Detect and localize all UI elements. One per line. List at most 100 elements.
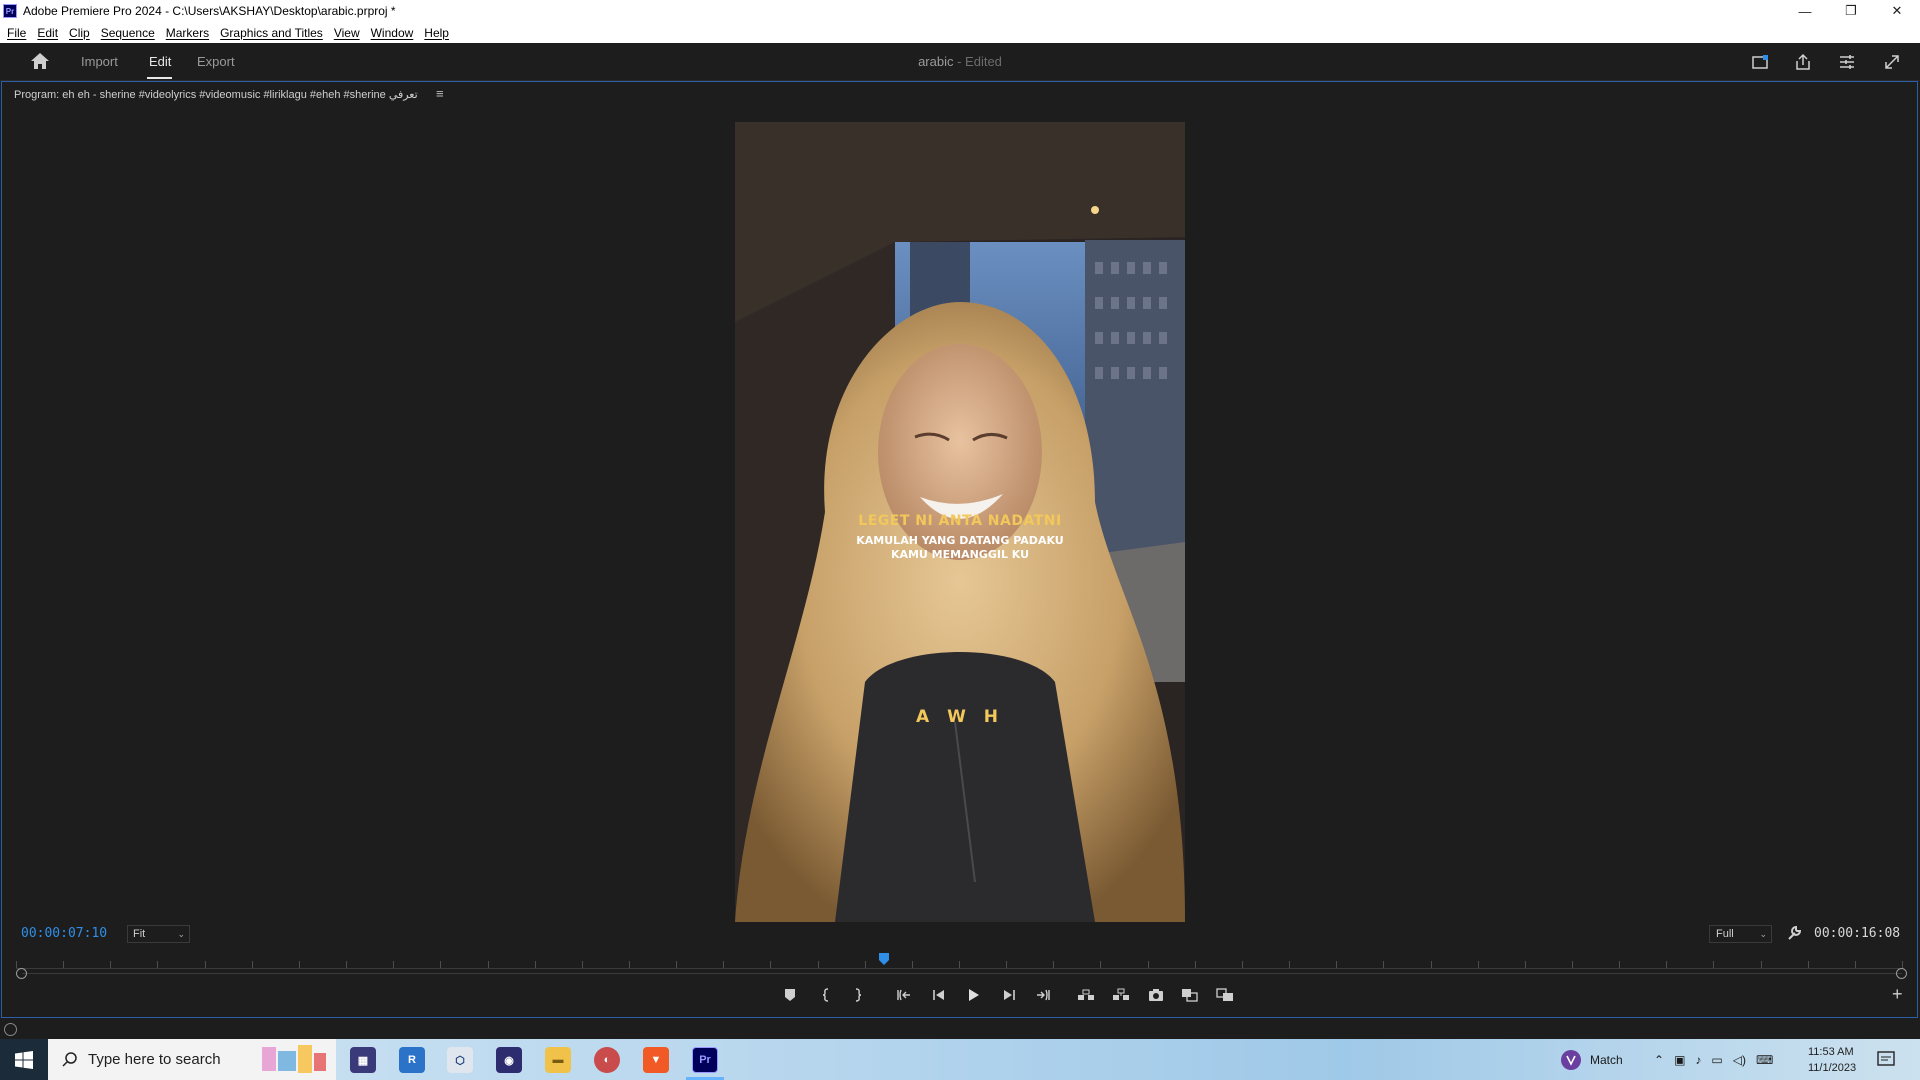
- microphone-icon[interactable]: ♪: [1695, 1053, 1701, 1067]
- ruler-tick: [157, 961, 159, 968]
- time-ruler[interactable]: [16, 950, 1903, 970]
- close-button[interactable]: ✕: [1874, 0, 1920, 22]
- project-title: arabic - Edited: [0, 54, 1920, 69]
- camera-tray-icon[interactable]: ▣: [1674, 1053, 1685, 1067]
- marker-icon: [785, 989, 795, 1001]
- caption-line-4: A W H: [916, 707, 1004, 727]
- caption-line-3: KAMU MEMANGGIL KU: [890, 548, 1030, 561]
- winrar-icon[interactable]: ▦: [350, 1047, 376, 1073]
- quick-export-icon[interactable]: [1750, 52, 1770, 72]
- file-explorer-icon[interactable]: ▬: [545, 1047, 571, 1073]
- window-controls: — ❐ ✕: [1782, 0, 1920, 22]
- mark-out-button[interactable]: [849, 987, 867, 1003]
- ruler-tick: [63, 961, 65, 968]
- button-editor-add-button[interactable]: +: [1892, 984, 1903, 1005]
- start-button[interactable]: [0, 1039, 48, 1080]
- zoom-handle-right[interactable]: [1896, 968, 1907, 979]
- ruler-tick: [1524, 961, 1526, 968]
- menu-graphics-and-titles[interactable]: Graphics and Titles: [220, 26, 323, 40]
- network-icon[interactable]: ▭: [1711, 1053, 1722, 1067]
- restore-button[interactable]: ❐: [1828, 0, 1874, 22]
- ruler-tick: [628, 961, 630, 968]
- panel-menu-icon[interactable]: ≡: [436, 86, 444, 101]
- step-forward-button[interactable]: [1000, 987, 1018, 1003]
- ruler-tick: [298, 961, 300, 968]
- duration-timecode: 00:00:16:08: [1814, 926, 1901, 941]
- chevron-up-icon[interactable]: ⌃: [1654, 1053, 1664, 1067]
- mark-out-icon: [855, 988, 862, 1002]
- menu-markers[interactable]: Markers: [166, 26, 209, 40]
- keyboard-icon[interactable]: ⌨: [1756, 1053, 1773, 1067]
- ruler-tick: [1854, 961, 1856, 968]
- ruler-tick: [676, 961, 678, 968]
- playback-resolution-select[interactable]: Full ⌄: [1709, 925, 1772, 943]
- ruler-tick: [1100, 961, 1102, 968]
- step-back-button[interactable]: [930, 987, 948, 1003]
- zoom-level-value: Fit: [133, 928, 146, 940]
- workspaces-menu-icon[interactable]: [1837, 52, 1857, 72]
- obs-icon[interactable]: ◉: [496, 1047, 522, 1073]
- menu-clip[interactable]: Clip: [69, 26, 90, 40]
- ruler-tick: [1666, 961, 1668, 968]
- share-icon[interactable]: [1793, 52, 1813, 72]
- transport-controls: +: [2, 980, 1919, 1010]
- extract-button[interactable]: [1112, 987, 1130, 1003]
- go-to-in-button[interactable]: [895, 987, 913, 1003]
- add-marker-button[interactable]: [781, 987, 799, 1003]
- caption-line-2-block: KAMULAH YANG DATANG PADAKU KAMU MEMANGGI…: [735, 534, 1185, 562]
- scrub-bar[interactable]: [22, 973, 1902, 974]
- export-frame-button[interactable]: [1147, 987, 1165, 1003]
- menu-sequence[interactable]: Sequence: [101, 26, 155, 40]
- status-strip: [0, 1019, 1920, 1039]
- video-preview[interactable]: LEGET NI ANTA NADATNI KAMULAH YANG DATAN…: [735, 122, 1185, 922]
- search-icon: [62, 1052, 77, 1067]
- mark-in-button[interactable]: [817, 987, 835, 1003]
- system-tray: ⌃ ▣ ♪ ▭ ◁) ⌨: [1654, 1039, 1783, 1080]
- chrome-canary-icon[interactable]: ◐: [594, 1047, 620, 1073]
- wrench-settings-icon[interactable]: [1786, 925, 1802, 941]
- r-studio-icon[interactable]: R: [399, 1047, 425, 1073]
- taskbar-clock[interactable]: 11:53 AM 11/1/2023: [1808, 1044, 1856, 1076]
- lift-button[interactable]: [1077, 987, 1095, 1003]
- play-icon: [969, 989, 979, 1001]
- window-title: Adobe Premiere Pro 2024 - C:\Users\AKSHA…: [23, 4, 396, 18]
- zoom-handle-left[interactable]: [16, 968, 27, 979]
- ruler-tick: [1760, 961, 1762, 968]
- playhead-marker[interactable]: [878, 953, 890, 965]
- virtualbox-icon[interactable]: ⬡: [447, 1047, 473, 1073]
- window-title-bar: Pr Adobe Premiere Pro 2024 - C:\Users\AK…: [0, 0, 1920, 22]
- fullscreen-icon[interactable]: [1882, 52, 1902, 72]
- minimize-button[interactable]: —: [1782, 0, 1828, 22]
- comparison-view-button[interactable]: [1181, 987, 1199, 1003]
- search-highlight-icon[interactable]: [258, 1041, 328, 1078]
- notification-center-icon[interactable]: [1876, 1049, 1896, 1074]
- premiere-icon[interactable]: Pr: [692, 1047, 718, 1073]
- taskbar-search-box[interactable]: Type here to search: [48, 1039, 336, 1080]
- status-icon: [4, 1023, 17, 1036]
- lift-icon: [1078, 989, 1094, 1000]
- ruler-tick: [1713, 961, 1715, 968]
- playback-resolution-value: Full: [1716, 928, 1734, 940]
- menu-window[interactable]: Window: [371, 26, 414, 40]
- go-to-out-button[interactable]: [1034, 987, 1052, 1003]
- play-button[interactable]: [964, 987, 982, 1003]
- volume-icon[interactable]: ◁): [1733, 1053, 1746, 1067]
- chevron-down-icon: ⌄: [177, 929, 185, 939]
- premiere-app-icon: Pr: [3, 4, 17, 18]
- proxy-toggle-button[interactable]: [1216, 987, 1234, 1003]
- zoom-level-select[interactable]: Fit ⌄: [127, 925, 190, 943]
- menu-view[interactable]: View: [334, 26, 360, 40]
- menu-help[interactable]: Help: [424, 26, 449, 40]
- brave-icon[interactable]: ▼: [643, 1047, 669, 1073]
- ruler-tick: [1571, 961, 1573, 968]
- weather-widget[interactable]: Match: [1560, 1039, 1623, 1080]
- ruler-tick: [864, 961, 866, 968]
- ruler-tick: [959, 961, 960, 968]
- menu-file[interactable]: File: [7, 26, 26, 40]
- menu-edit[interactable]: Edit: [37, 26, 58, 40]
- active-tab-indicator: [147, 77, 172, 79]
- ruler-tick: [110, 961, 112, 968]
- windows-logo-icon: [15, 1050, 33, 1069]
- ruler-tick: [251, 961, 253, 968]
- current-timecode[interactable]: 00:00:07:10: [21, 926, 107, 941]
